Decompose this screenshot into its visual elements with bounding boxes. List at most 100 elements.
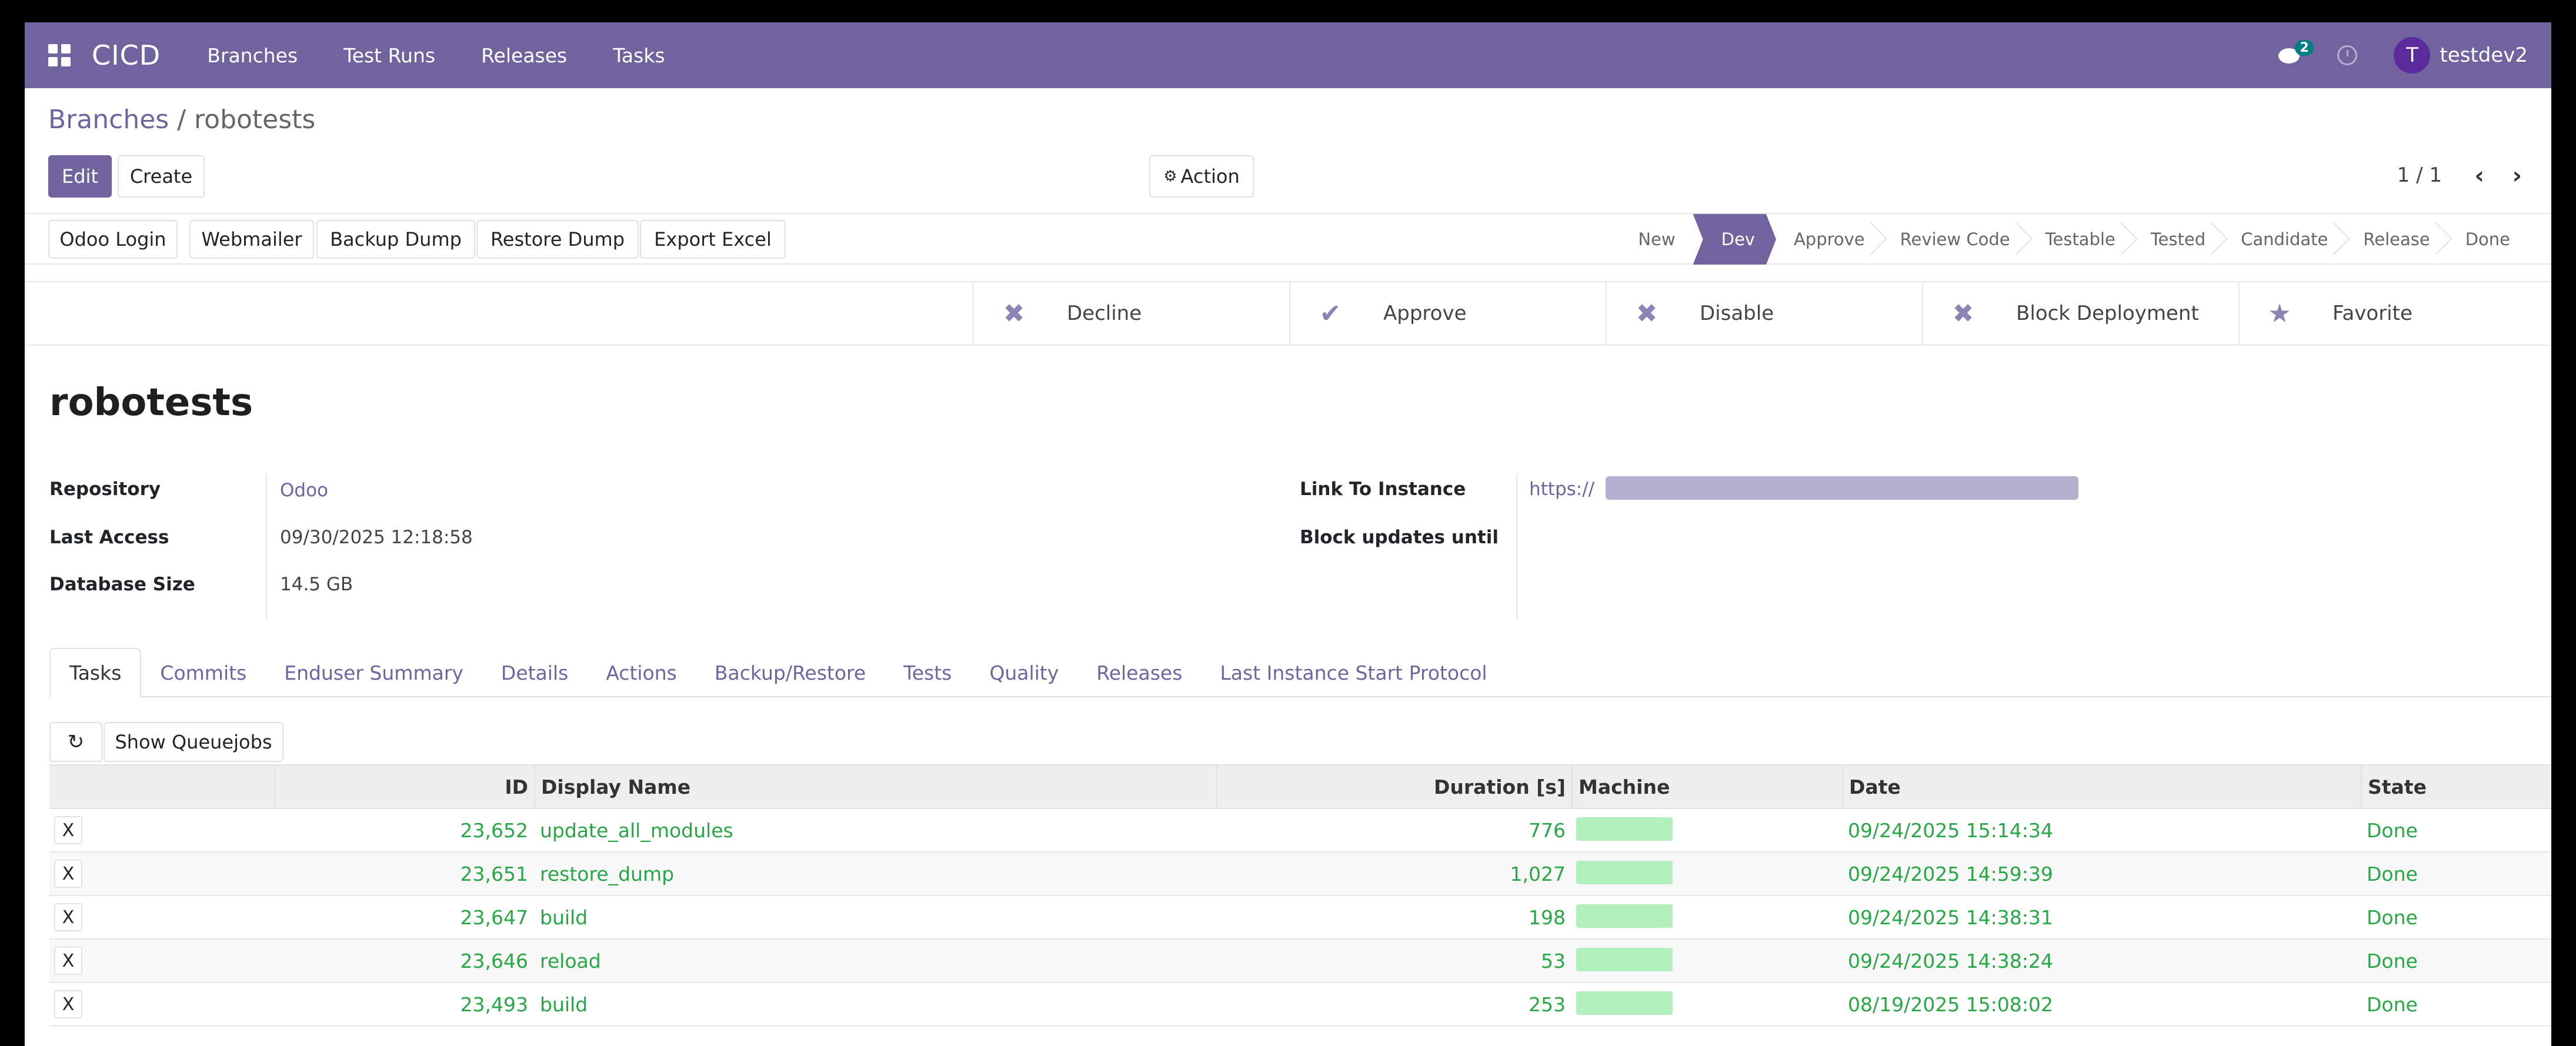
row-display-name: build [540, 905, 588, 929]
chat-icon[interactable]: 2 [2278, 40, 2314, 67]
nav-item-test-runs[interactable]: Test Runs [343, 44, 435, 67]
database-size-label: Database Size [49, 574, 195, 595]
approve-button[interactable]: ✔ Approve [1289, 282, 1606, 345]
row-id: 23,647 [460, 905, 528, 929]
link-to-instance-value[interactable]: https:// [1529, 479, 1594, 500]
machine-bar [1576, 817, 1673, 841]
user-avatar[interactable]: T [2394, 37, 2431, 73]
row-id: 23,646 [460, 949, 528, 973]
tab-tasks[interactable]: Tasks [49, 648, 142, 697]
column-header-state[interactable]: State [2361, 766, 2551, 808]
stage-done[interactable]: Done [2448, 214, 2528, 265]
tab-commits[interactable]: Commits [141, 648, 265, 697]
disable-button[interactable]: ✖ Disable [1606, 282, 1922, 345]
row-duration: 53 [1541, 949, 1566, 973]
pager-previous-icon[interactable]: ‹ [2475, 162, 2484, 189]
statusbar-row: Odoo Login Webmailer Backup Dump Restore… [25, 213, 2551, 265]
odoo-login-button[interactable]: Odoo Login [48, 220, 178, 259]
column-header-select [49, 766, 274, 808]
refresh-button[interactable]: ↻ [49, 722, 102, 762]
row-date: 09/24/2025 14:38:24 [1848, 949, 2053, 973]
row-x-button[interactable]: X [54, 860, 82, 888]
row-duration: 1,027 [1510, 862, 1566, 885]
user-name[interactable]: testdev2 [2440, 44, 2528, 67]
tab-enduser-summary[interactable]: Enduser Summary [265, 648, 482, 697]
stage-review-code[interactable]: Review Code [1883, 214, 2028, 265]
row-duration: 198 [1529, 905, 1566, 929]
stage-candidate[interactable]: Candidate [2223, 214, 2345, 265]
row-id: 23,651 [460, 862, 528, 885]
approve-label: Approve [1383, 302, 1467, 325]
stage-release[interactable]: Release [2345, 214, 2447, 265]
row-x-button[interactable]: X [54, 947, 82, 975]
column-header-duration[interactable]: Duration [s] [1216, 766, 1571, 808]
table-row[interactable]: X 23,493 build 253 08/19/2025 15:08:02 D… [49, 983, 2551, 1027]
table-header: ID Display Name Duration [s] Machine Dat… [49, 764, 2551, 809]
pager-next-icon[interactable]: › [2512, 162, 2522, 189]
pager-value[interactable]: 1 / 1 [2397, 163, 2442, 187]
row-x-button[interactable]: X [54, 990, 82, 1018]
edit-button[interactable]: Edit [48, 155, 112, 198]
decline-button[interactable]: ✖ Decline [973, 282, 1289, 345]
column-header-id[interactable]: ID [274, 766, 534, 808]
breadcrumb-current: robotests [194, 105, 316, 135]
repository-label: Repository [49, 479, 161, 500]
show-queuejobs-button[interactable]: Show Queuejobs [104, 722, 283, 762]
last-access-label: Last Access [49, 527, 169, 548]
repository-value[interactable]: Odoo [280, 480, 328, 501]
action-label: Action [1180, 165, 1240, 188]
breadcrumb-parent[interactable]: Branches [48, 105, 169, 135]
app-brand[interactable]: CICD [92, 39, 161, 71]
row-x-button[interactable]: X [54, 816, 82, 844]
column-header-date[interactable]: Date [1842, 766, 2361, 808]
row-state: Done [2367, 862, 2418, 885]
smart-button-box: ✖ Decline ✔ Approve ✖ Disable ✖ Block De… [25, 281, 2551, 346]
stage-pipeline: New Dev Approve Review Code Testable Tes… [1620, 214, 2528, 265]
disable-label: Disable [1700, 302, 1774, 325]
block-updates-until-label: Block updates until [1300, 527, 1499, 548]
backup-dump-button[interactable]: Backup Dump [316, 220, 475, 259]
row-x-button[interactable]: X [54, 903, 82, 931]
nav-item-branches[interactable]: Branches [207, 44, 298, 67]
tab-details[interactable]: Details [482, 648, 587, 697]
apps-menu-icon[interactable] [48, 44, 71, 66]
stage-testable[interactable]: Testable [2028, 214, 2133, 265]
restore-dump-button[interactable]: Restore Dump [476, 220, 639, 259]
row-duration: 776 [1529, 818, 1566, 842]
top-navbar: CICD Branches Test Runs Releases Tasks 2… [25, 22, 2551, 88]
tab-releases[interactable]: Releases [1077, 648, 1201, 697]
tab-actions[interactable]: Actions [587, 648, 696, 697]
export-excel-button[interactable]: Export Excel [640, 220, 786, 259]
breadcrumb: Branches / robotests [48, 105, 315, 135]
column-header-machine[interactable]: Machine [1571, 766, 1842, 808]
row-display-name: update_all_modules [540, 818, 733, 842]
column-header-display-name[interactable]: Display Name [534, 766, 1216, 808]
tab-tests[interactable]: Tests [885, 648, 970, 697]
block-deployment-button[interactable]: ✖ Block Deployment [1922, 282, 2238, 345]
stage-tested[interactable]: Tested [2133, 214, 2223, 265]
create-button[interactable]: Create [118, 155, 205, 198]
row-display-name: build [540, 992, 588, 1016]
table-row[interactable]: X 23,652 update_all_modules 776 09/24/20… [49, 809, 2551, 853]
action-dropdown-button[interactable]: ⚙ Action [1149, 155, 1254, 198]
tab-backup-restore[interactable]: Backup/Restore [696, 648, 885, 697]
stage-new[interactable]: New [1620, 214, 1693, 265]
last-access-value: 09/30/2025 12:18:58 [280, 527, 473, 548]
tab-quality[interactable]: Quality [970, 648, 1077, 697]
nav-item-releases[interactable]: Releases [481, 44, 567, 67]
stage-dev[interactable]: Dev [1693, 214, 1776, 265]
activity-clock-icon[interactable] [2337, 45, 2358, 65]
x-icon: ✖ [1952, 298, 1974, 329]
x-icon: ✖ [1636, 298, 1658, 329]
row-machine [1571, 853, 1842, 895]
webmailer-button[interactable]: Webmailer [189, 220, 314, 259]
nav-item-tasks[interactable]: Tasks [613, 44, 665, 67]
favorite-button[interactable]: ★ Favorite [2238, 282, 2551, 345]
table-row[interactable]: X 23,646 reload 53 09/24/2025 14:38:24 D… [49, 940, 2551, 983]
decline-label: Decline [1067, 302, 1142, 325]
table-row[interactable]: X 23,651 restore_dump 1,027 09/24/2025 1… [49, 853, 2551, 896]
tab-last-instance-start-protocol[interactable]: Last Instance Start Protocol [1201, 648, 1506, 697]
row-machine [1571, 983, 1842, 1025]
table-row[interactable]: X 23,647 build 198 09/24/2025 14:38:31 D… [49, 896, 2551, 940]
stage-approve[interactable]: Approve [1776, 214, 1883, 265]
